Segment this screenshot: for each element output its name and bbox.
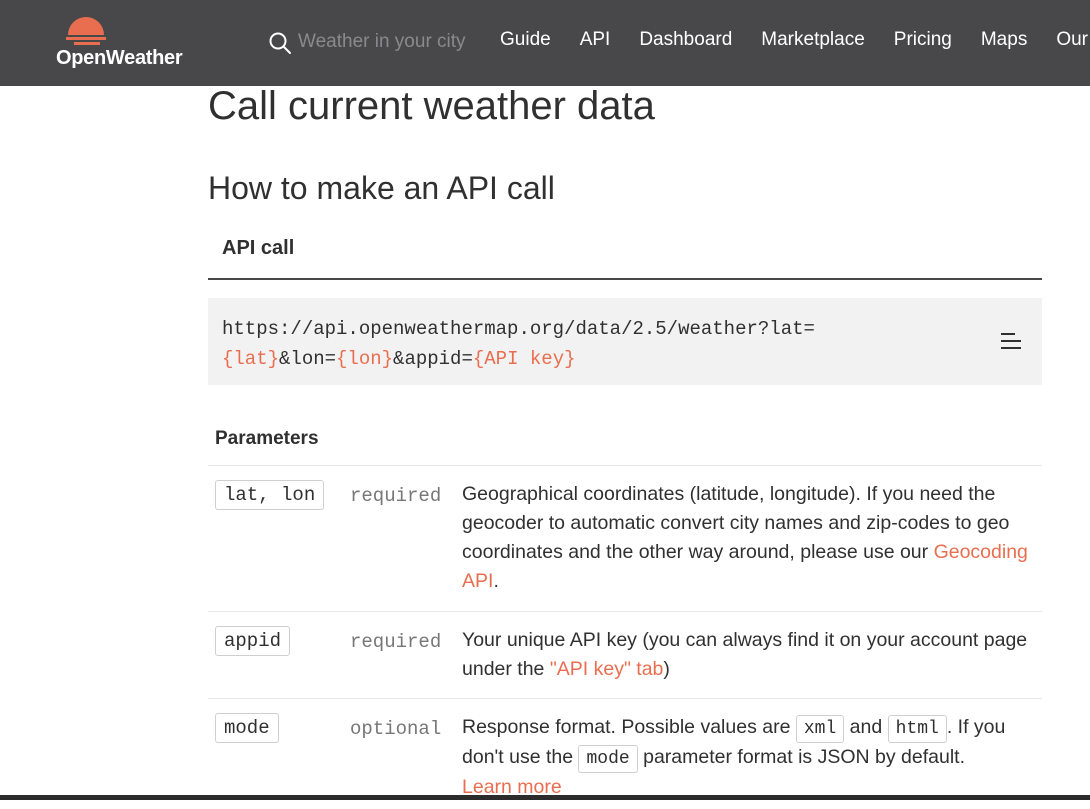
top-navigation-bar: OpenWeather Guide API Dashboard Marketpl… [0, 0, 1090, 86]
inline-code-xml: xml [795, 715, 845, 743]
window-bottom-edge [0, 795, 1090, 800]
param-description: Geographical coordinates (latitude, long… [462, 480, 1042, 596]
openweather-logo[interactable]: OpenWeather [56, 14, 186, 70]
code-lon-var: {lon} [336, 348, 394, 370]
code-lon-param: &lon= [279, 348, 337, 370]
wrap-lines-icon[interactable] [1000, 331, 1022, 351]
tab-bar: API call [208, 226, 1042, 280]
nav-pricing[interactable]: Pricing [894, 29, 952, 51]
nav-our[interactable]: Our [1056, 29, 1088, 51]
inline-code-mode: mode [578, 745, 638, 773]
brand-name: OpenWeather [56, 47, 183, 69]
param-description-end: . [493, 570, 499, 592]
code-url: https://api.openweathermap.org/data/2.5/… [222, 318, 815, 340]
sun-logo-icon [66, 17, 106, 45]
nav-dashboard[interactable]: Dashboard [639, 29, 732, 51]
param-description: Your unique API key (you can always find… [462, 626, 1042, 684]
api-call-code-block: https://api.openweathermap.org/data/2.5/… [208, 298, 1042, 385]
param-description-text: parameter format is JSON by default. [637, 746, 965, 768]
param-name: mode [215, 713, 279, 743]
param-requirement: optional [350, 718, 442, 740]
code-key-var: {API key} [472, 348, 576, 370]
param-requirement: required [350, 631, 442, 653]
parameters-title: Parameters [215, 428, 319, 449]
tab-api-call[interactable]: API call [222, 237, 294, 260]
code-lat-var: {lat} [222, 348, 280, 370]
param-requirement: required [350, 485, 442, 507]
param-name: appid [215, 626, 291, 656]
page-title: Call current weather data [208, 84, 655, 128]
param-row: appid required Your unique API key (you … [208, 611, 1042, 699]
inline-code-html: html [887, 715, 947, 743]
code-appid-param: &appid= [393, 348, 473, 370]
nav-marketplace[interactable]: Marketplace [761, 29, 865, 51]
param-description: Response format. Possible values are xml… [462, 713, 1042, 802]
search-box[interactable] [268, 28, 478, 58]
param-row: mode optional Response format. Possible … [208, 698, 1042, 809]
param-description-text: Response format. Possible values are [462, 716, 796, 738]
search-input[interactable] [298, 28, 478, 56]
param-description-text: Your unique API key (you can always find… [462, 629, 1028, 680]
param-description-text: and [844, 716, 888, 738]
nav-maps[interactable]: Maps [981, 29, 1027, 51]
param-row: lat, lon required Geographical coordinat… [208, 465, 1042, 612]
section-heading: How to make an API call [208, 170, 555, 206]
api-key-tab-link[interactable]: "API key" tab [550, 658, 664, 680]
nav-guide[interactable]: Guide [500, 29, 551, 51]
nav-api[interactable]: API [580, 29, 611, 51]
param-name: lat, lon [215, 480, 325, 510]
param-description-end: ) [663, 658, 670, 680]
search-icon[interactable] [268, 31, 292, 55]
main-nav: Guide API Dashboard Marketplace Pricing … [500, 29, 1090, 51]
param-description-text: Geographical coordinates (latitude, long… [462, 483, 1010, 563]
api-call-code[interactable]: https://api.openweathermap.org/data/2.5/… [222, 314, 815, 374]
